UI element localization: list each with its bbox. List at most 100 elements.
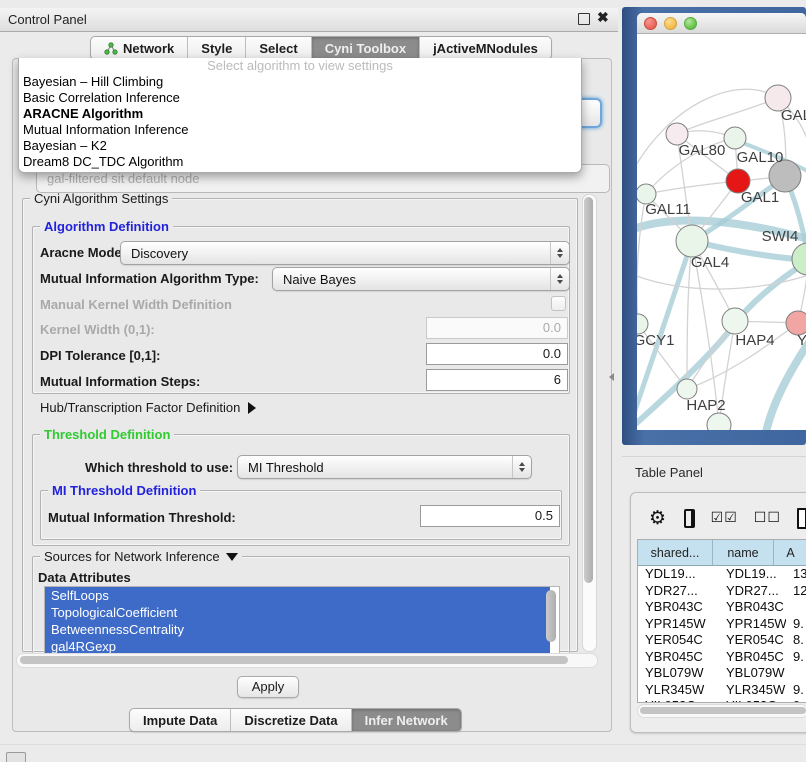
apply-button[interactable]: Apply xyxy=(237,676,299,698)
minimized-panel-icon[interactable] xyxy=(6,752,26,762)
dpi-tolerance-field[interactable]: 0.0 xyxy=(426,343,568,365)
close-icon[interactable]: ✖ xyxy=(597,9,609,26)
float-window-icon[interactable] xyxy=(578,13,590,25)
network-graph: GAL GAL80 GAL10 GAL1 GAL11 GAL4 SWI4 GCY… xyxy=(637,34,806,430)
table-row[interactable]: YBR043CYBR043C xyxy=(638,599,806,616)
table-row[interactable]: YLR345WYLR345W9. xyxy=(638,682,806,699)
column-header-shared[interactable]: shared... xyxy=(638,540,713,565)
which-threshold-label: Which threshold to use: xyxy=(85,460,233,475)
node-gal10[interactable] xyxy=(724,127,746,149)
expander-arrow-icon xyxy=(248,402,256,414)
which-threshold-combo[interactable]: MI Threshold xyxy=(237,455,532,479)
tab-jactivemnodules[interactable]: jActiveMNodules xyxy=(419,37,551,59)
dropdown-item-aracne[interactable]: ARACNE Algorithm xyxy=(19,106,581,122)
mi-steps-field[interactable]: 6 xyxy=(426,369,568,391)
table-hscroll-thumb[interactable] xyxy=(640,707,806,714)
hub-definition-expander[interactable]: Hub/Transcription Factor Definition xyxy=(40,400,256,415)
kernel-width-field[interactable]: 0.0 xyxy=(426,317,568,339)
node-label: HAP2 xyxy=(686,397,725,414)
settings-hscroll-thumb[interactable] xyxy=(20,656,568,664)
node-hap2[interactable] xyxy=(677,379,697,399)
algorithm-definition-title: Algorithm Definition xyxy=(40,219,173,234)
sources-group-title[interactable]: Sources for Network Inference xyxy=(40,549,242,564)
column-header-name[interactable]: name xyxy=(713,540,774,565)
attr-list-scrollbar[interactable] xyxy=(546,590,556,642)
settings-vertical-scrollbar[interactable] xyxy=(582,194,597,652)
table-row[interactable]: YDR27...YDR27...12 xyxy=(638,583,806,600)
algorithm-dropdown-list: Select algorithm to view settings Bayesi… xyxy=(18,58,582,173)
table-row[interactable]: YER054CYER054C8. xyxy=(638,632,806,649)
collapse-arrow-icon xyxy=(226,553,238,561)
tab-network[interactable]: Network xyxy=(91,37,187,59)
tab-label: Network xyxy=(123,41,174,56)
attr-item-selected[interactable]: SelfLoops xyxy=(45,587,550,604)
export-table-icon[interactable] xyxy=(797,508,806,529)
tab-infer-network[interactable]: Infer Network xyxy=(351,709,461,731)
tab-impute-data[interactable]: Impute Data xyxy=(130,709,230,731)
dropdown-item[interactable]: Mutual Information Inference xyxy=(19,122,581,138)
combo-stepper-icon xyxy=(512,456,531,478)
mi-algorithm-type-combo[interactable]: Naive Bayes xyxy=(272,267,570,291)
dropdown-item[interactable]: Dream8 DC_TDC Algorithm xyxy=(19,154,581,170)
mi-threshold-field[interactable]: 0.5 xyxy=(420,505,560,527)
gear-icon[interactable]: ⚙ xyxy=(649,507,666,529)
aracne-mode-combo[interactable]: Discovery xyxy=(120,241,570,265)
settings-vscroll-thumb[interactable] xyxy=(584,197,593,583)
screen: Control Panel ✖ Network Style Select Cyn… xyxy=(0,0,806,762)
dropdown-item[interactable]: Basic Correlation Inference xyxy=(19,90,581,106)
aracne-mode-value: Discovery xyxy=(121,246,550,261)
dropdown-prompt: Select algorithm to view settings xyxy=(19,58,581,74)
node-label: GAL xyxy=(781,107,806,124)
column-header-partial[interactable]: A xyxy=(774,540,806,565)
table-row[interactable]: YBL079WYBL079W xyxy=(638,665,806,682)
tab-style[interactable]: Style xyxy=(187,37,245,59)
dropdown-item[interactable]: Bayesian – Hill Climbing xyxy=(19,74,581,90)
checked-columns-icon[interactable]: ☑☑ xyxy=(711,510,738,526)
table-row[interactable]: YBR045CYBR045C9. xyxy=(638,649,806,666)
tab-discretize-data[interactable]: Discretize Data xyxy=(230,709,350,731)
panel-splitter-handle[interactable] xyxy=(609,373,614,381)
table-row[interactable]: YDL19...YDL19...13 xyxy=(638,566,806,583)
attr-item-selected[interactable]: TopologicalCoefficient xyxy=(45,604,550,621)
control-panel-titlebar: Control Panel ✖ xyxy=(0,8,618,32)
table-row[interactable]: YPR145WYPR145W9. xyxy=(638,616,806,633)
node-gal4[interactable] xyxy=(676,225,708,257)
network-canvas[interactable]: GAL GAL80 GAL10 GAL1 GAL11 GAL4 SWI4 GCY… xyxy=(637,34,806,430)
minimize-traffic-light-icon[interactable] xyxy=(664,17,677,30)
tab-select[interactable]: Select xyxy=(245,37,310,59)
attr-item-selected[interactable]: BetweennessCentrality xyxy=(45,621,550,638)
network-window[interactable]: GAL GAL80 GAL10 GAL1 GAL11 GAL4 SWI4 GCY… xyxy=(637,13,806,430)
column-layout-icon[interactable] xyxy=(684,509,695,528)
table-horizontal-scrollbar[interactable] xyxy=(637,704,806,718)
tab-label: Cyni Toolbox xyxy=(325,41,406,56)
node-bottom[interactable] xyxy=(707,413,731,430)
table-row[interactable]: YIL052CYIL052C9. xyxy=(638,698,806,703)
tab-cyni-toolbox[interactable]: Cyni Toolbox xyxy=(311,37,419,59)
node-label: GAL4 xyxy=(691,254,729,271)
data-attributes-list[interactable]: SelfLoops TopologicalCoefficient Between… xyxy=(44,586,560,655)
close-traffic-light-icon[interactable] xyxy=(644,17,657,30)
dropdown-item[interactable]: Bayesian – K2 xyxy=(19,138,581,154)
tab-label: Impute Data xyxy=(143,713,217,728)
mi-threshold-definition-title: MI Threshold Definition xyxy=(48,483,200,498)
unchecked-columns-icon[interactable]: ☐☐ xyxy=(754,510,781,526)
combo-stepper-icon xyxy=(550,268,569,290)
manual-kernel-checkbox[interactable] xyxy=(551,296,566,311)
tab-label: Infer Network xyxy=(365,713,448,728)
kernel-width-label: Kernel Width (0,1): xyxy=(40,322,155,337)
node-label: HAP4 xyxy=(735,332,774,349)
tab-label: Style xyxy=(201,41,232,56)
zoom-traffic-light-icon[interactable] xyxy=(684,17,697,30)
node-hap4[interactable] xyxy=(722,308,748,334)
control-panel-title: Control Panel xyxy=(8,12,87,27)
network-view-frame: GAL GAL80 GAL10 GAL1 GAL11 GAL4 SWI4 GCY… xyxy=(622,7,806,445)
node-gcy1[interactable] xyxy=(637,314,648,334)
network-window-titlebar xyxy=(637,13,806,34)
data-attributes-label: Data Attributes xyxy=(38,570,131,585)
table-toolbar: ⚙ ☑☑ ☐☐ xyxy=(639,501,806,535)
network-selector-value: gal-filtered sit default node xyxy=(47,171,199,186)
node-table: shared... name A YDL19...YDL19...13 YDR2… xyxy=(637,539,806,703)
settings-horizontal-scrollbar[interactable] xyxy=(16,653,598,668)
tab-label: Discretize Data xyxy=(244,713,337,728)
tab-label: Select xyxy=(259,41,297,56)
